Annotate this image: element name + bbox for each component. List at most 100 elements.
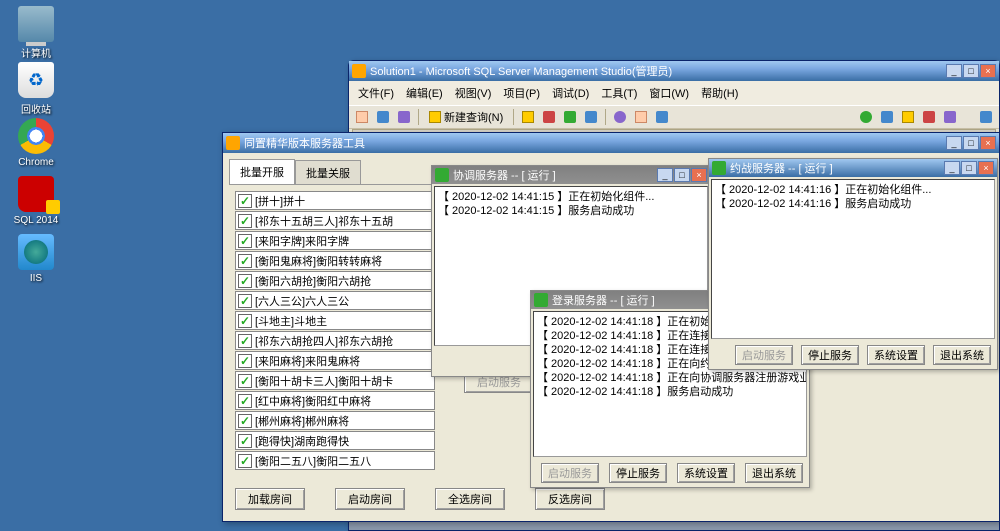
toolbar-btn[interactable]: [857, 108, 875, 126]
stop-service-button[interactable]: 停止服务: [801, 345, 859, 365]
room-row[interactable]: ✓[郴州麻将]郴州麻将: [235, 411, 435, 430]
checkbox-icon[interactable]: ✓: [238, 414, 252, 428]
toolbar-btn[interactable]: [540, 108, 558, 126]
room-row[interactable]: ✓[红中麻将]衡阳红中麻将: [235, 391, 435, 410]
maximize-button[interactable]: □: [963, 64, 979, 78]
system-config-button[interactable]: 系统设置: [677, 463, 735, 483]
room-row[interactable]: ✓[祁东六胡抢四人]祁东六胡抢: [235, 331, 435, 350]
desktop-icon-recycle[interactable]: 回收站: [6, 62, 66, 116]
checkbox-icon[interactable]: ✓: [238, 194, 252, 208]
checkbox-icon[interactable]: ✓: [238, 294, 252, 308]
close-button[interactable]: ×: [691, 168, 707, 182]
toolbar-btn[interactable]: [611, 108, 629, 126]
toolbar-btn[interactable]: [977, 108, 995, 126]
checkbox-icon[interactable]: ✓: [238, 234, 252, 248]
toolbar-btn[interactable]: [561, 108, 579, 126]
room-row[interactable]: ✓[斗地主]斗地主: [235, 311, 435, 330]
close-button[interactable]: ×: [980, 136, 996, 150]
tab-batch-close[interactable]: 批量关服: [295, 160, 361, 185]
desktop-icon-chrome[interactable]: Chrome: [6, 118, 66, 168]
room-name: [祁东六胡抢四人]祁东六胡抢: [255, 333, 393, 349]
menu-file[interactable]: 文件(F): [353, 83, 399, 103]
desktop-icon-computer[interactable]: 计算机: [6, 6, 66, 60]
exit-system-button[interactable]: 退出系统: [745, 463, 803, 483]
load-rooms-button[interactable]: 加载房间: [235, 488, 305, 510]
room-row[interactable]: ✓[六人三公]六人三公: [235, 291, 435, 310]
menu-project[interactable]: 项目(P): [498, 83, 545, 103]
checkbox-icon[interactable]: ✓: [238, 274, 252, 288]
sql-icon: [18, 176, 54, 212]
checkbox-icon[interactable]: ✓: [238, 454, 252, 468]
checkbox-icon[interactable]: ✓: [238, 254, 252, 268]
close-button[interactable]: ×: [980, 64, 996, 78]
room-name: [祁东十五胡三人]祁东十五胡: [255, 213, 393, 229]
start-service-button[interactable]: 启动服务: [735, 345, 793, 365]
battle-log: 【 2020-12-02 14:41:16 】正在初始化组件...【 2020-…: [711, 179, 995, 339]
room-row[interactable]: ✓[祁东十五胡三人]祁东十五胡: [235, 211, 435, 230]
toolbar-btn[interactable]: [878, 108, 896, 126]
new-query-button[interactable]: 新建查询(N): [424, 108, 508, 126]
tab-batch-open[interactable]: 批量开服: [229, 159, 295, 184]
server-tool-titlebar[interactable]: 同置精华版本服务器工具 _ □ ×: [223, 133, 999, 153]
ssms-title: Solution1 - Microsoft SQL Server Managem…: [370, 63, 672, 79]
toolbar-btn[interactable]: [632, 108, 650, 126]
close-button[interactable]: ×: [978, 161, 994, 175]
coord-titlebar[interactable]: 协调服务器 -- [ 运行 ] _□×: [432, 166, 710, 184]
start-service-button[interactable]: 启动服务: [541, 463, 599, 483]
maximize-button[interactable]: □: [961, 161, 977, 175]
room-row[interactable]: ✓[衡阳六胡抢]衡阳六胡抢: [235, 271, 435, 290]
room-row[interactable]: ✓[衡阳鬼麻将]衡阳转转麻将: [235, 251, 435, 270]
room-row[interactable]: ✓[来阳字牌]来阳字牌: [235, 231, 435, 250]
server-icon: [534, 293, 548, 307]
minimize-button[interactable]: _: [657, 168, 673, 182]
minimize-button[interactable]: _: [946, 136, 962, 150]
ssms-app-icon: [352, 64, 366, 78]
menu-window[interactable]: 窗口(W): [644, 83, 694, 103]
maximize-button[interactable]: □: [963, 136, 979, 150]
room-name: [衡阳六胡抢]衡阳六胡抢: [255, 273, 371, 289]
invert-select-button[interactable]: 反选房间: [535, 488, 605, 510]
system-config-button[interactable]: 系统设置: [867, 345, 925, 365]
toolbar-btn[interactable]: [899, 108, 917, 126]
checkbox-icon[interactable]: ✓: [238, 214, 252, 228]
stop-service-button[interactable]: 停止服务: [609, 463, 667, 483]
room-name: [衡阳鬼麻将]衡阳转转麻将: [255, 253, 382, 269]
start-rooms-button[interactable]: 启动房间: [335, 488, 405, 510]
menu-view[interactable]: 视图(V): [450, 83, 497, 103]
menu-edit[interactable]: 编辑(E): [401, 83, 448, 103]
minimize-button[interactable]: _: [944, 161, 960, 175]
room-name: [衡阳二五八]衡阳二五八: [255, 453, 371, 469]
toolbar-btn[interactable]: [374, 108, 392, 126]
toolbar-btn[interactable]: [920, 108, 938, 126]
checkbox-icon[interactable]: ✓: [238, 434, 252, 448]
room-row[interactable]: ✓[来阳麻将]来阳鬼麻将: [235, 351, 435, 370]
menu-help[interactable]: 帮助(H): [696, 83, 743, 103]
menu-tools[interactable]: 工具(T): [596, 83, 642, 103]
exit-system-button[interactable]: 退出系统: [933, 345, 991, 365]
room-row[interactable]: ✓[衡阳二五八]衡阳二五八: [235, 451, 435, 470]
room-row[interactable]: ✓[拼十]拼十: [235, 191, 435, 210]
checkbox-icon[interactable]: ✓: [238, 394, 252, 408]
iis-icon: [18, 234, 54, 270]
toolbar-btn[interactable]: [653, 108, 671, 126]
checkbox-icon[interactable]: ✓: [238, 334, 252, 348]
toolbar-btn[interactable]: [582, 108, 600, 126]
room-row[interactable]: ✓[跑得快]湖南跑得快: [235, 431, 435, 450]
battle-titlebar[interactable]: 约战服务器 -- [ 运行 ] _□×: [709, 159, 997, 177]
room-row[interactable]: ✓[衡阳十胡卡三人]衡阳十胡卡: [235, 371, 435, 390]
checkbox-icon[interactable]: ✓: [238, 314, 252, 328]
checkbox-icon[interactable]: ✓: [238, 374, 252, 388]
toolbar-btn[interactable]: [395, 108, 413, 126]
toolbar-btn[interactable]: [941, 108, 959, 126]
maximize-button[interactable]: □: [674, 168, 690, 182]
ssms-titlebar[interactable]: Solution1 - Microsoft SQL Server Managem…: [349, 61, 999, 81]
desktop-icon-iis[interactable]: IIS: [6, 234, 66, 284]
desktop-icon-sql[interactable]: SQL 2014: [6, 176, 66, 226]
menu-debug[interactable]: 调试(D): [547, 83, 594, 103]
toolbar-btn[interactable]: [519, 108, 537, 126]
minimize-button[interactable]: _: [946, 64, 962, 78]
checkbox-icon[interactable]: ✓: [238, 354, 252, 368]
toolbar-btn[interactable]: [353, 108, 371, 126]
room-name: [六人三公]六人三公: [255, 293, 349, 309]
select-all-button[interactable]: 全选房间: [435, 488, 505, 510]
